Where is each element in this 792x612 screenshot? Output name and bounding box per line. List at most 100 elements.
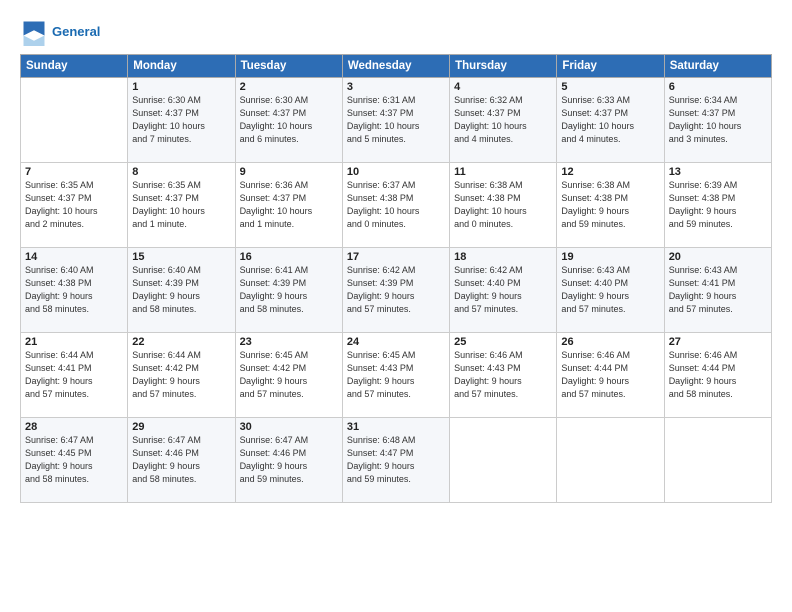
day-number: 10: [347, 166, 445, 178]
week-row-1: 1 Sunrise: 6:30 AMSunset: 4:37 PMDaylight…: [21, 78, 772, 163]
day-number: 23: [240, 336, 338, 348]
day-cell: 23Sunrise: 6:45 AMSunset: 4:42 PMDayligh…: [235, 333, 342, 418]
day-number: 8: [132, 166, 230, 178]
day-number: 20: [669, 251, 767, 263]
day-cell: 22Sunrise: 6:44 AMSunset: 4:42 PMDayligh…: [128, 333, 235, 418]
day-cell: 25Sunrise: 6:46 AMSunset: 4:43 PMDayligh…: [450, 333, 557, 418]
day-info: Sunrise: 6:38 AMSunset: 4:38 PMDaylight:…: [454, 179, 552, 231]
col-header-wednesday: Wednesday: [342, 55, 449, 78]
day-info: Sunrise: 6:42 AMSunset: 4:40 PMDaylight:…: [454, 264, 552, 316]
col-header-sunday: Sunday: [21, 55, 128, 78]
day-info: Sunrise: 6:43 AMSunset: 4:41 PMDaylight:…: [669, 264, 767, 316]
day-info: Sunrise: 6:46 AMSunset: 4:44 PMDaylight:…: [669, 349, 767, 401]
day-info: Sunrise: 6:35 AMSunset: 4:37 PMDaylight:…: [25, 179, 123, 231]
day-number: 4: [454, 81, 552, 93]
week-row-3: 14Sunrise: 6:40 AMSunset: 4:38 PMDayligh…: [21, 248, 772, 333]
day-number: 27: [669, 336, 767, 348]
day-info: Sunrise: 6:31 AMSunset: 4:37 PMDaylight:…: [347, 94, 445, 146]
day-cell: 28Sunrise: 6:47 AMSunset: 4:45 PMDayligh…: [21, 418, 128, 503]
day-cell: 4Sunrise: 6:32 AMSunset: 4:37 PMDaylight…: [450, 78, 557, 163]
day-info: Sunrise: 6:41 AMSunset: 4:39 PMDaylight:…: [240, 264, 338, 316]
day-number: 15: [132, 251, 230, 263]
day-cell: 16Sunrise: 6:41 AMSunset: 4:39 PMDayligh…: [235, 248, 342, 333]
day-cell: 30Sunrise: 6:47 AMSunset: 4:46 PMDayligh…: [235, 418, 342, 503]
day-number: 17: [347, 251, 445, 263]
day-number: 3: [347, 81, 445, 93]
day-cell: 13Sunrise: 6:39 AMSunset: 4:38 PMDayligh…: [664, 163, 771, 248]
day-cell: 11Sunrise: 6:38 AMSunset: 4:38 PMDayligh…: [450, 163, 557, 248]
day-info: Sunrise: 6:36 AMSunset: 4:37 PMDaylight:…: [240, 179, 338, 231]
header-row: SundayMondayTuesdayWednesdayThursdayFrid…: [21, 55, 772, 78]
col-header-thursday: Thursday: [450, 55, 557, 78]
day-info: Sunrise: 6:47 AMSunset: 4:45 PMDaylight:…: [25, 434, 123, 486]
col-header-tuesday: Tuesday: [235, 55, 342, 78]
day-number: 7: [25, 166, 123, 178]
day-cell: 20Sunrise: 6:43 AMSunset: 4:41 PMDayligh…: [664, 248, 771, 333]
col-header-monday: Monday: [128, 55, 235, 78]
day-info: Sunrise: 6:46 AMSunset: 4:43 PMDaylight:…: [454, 349, 552, 401]
day-info: Sunrise: 6:45 AMSunset: 4:43 PMDaylight:…: [347, 349, 445, 401]
logo-icon: [20, 18, 48, 46]
day-info: Sunrise: 6:48 AMSunset: 4:47 PMDaylight:…: [347, 434, 445, 486]
day-cell: 15Sunrise: 6:40 AMSunset: 4:39 PMDayligh…: [128, 248, 235, 333]
day-cell: 7Sunrise: 6:35 AMSunset: 4:37 PMDaylight…: [21, 163, 128, 248]
logo-line1: General: [52, 24, 100, 40]
day-info: Sunrise: 6:45 AMSunset: 4:42 PMDaylight:…: [240, 349, 338, 401]
logo-text: General: [52, 24, 100, 40]
day-number: 18: [454, 251, 552, 263]
day-number: 30: [240, 421, 338, 433]
week-row-2: 7Sunrise: 6:35 AMSunset: 4:37 PMDaylight…: [21, 163, 772, 248]
day-info: Sunrise: 6:37 AMSunset: 4:38 PMDaylight:…: [347, 179, 445, 231]
week-row-5: 28Sunrise: 6:47 AMSunset: 4:45 PMDayligh…: [21, 418, 772, 503]
day-number: 22: [132, 336, 230, 348]
day-cell: 17Sunrise: 6:42 AMSunset: 4:39 PMDayligh…: [342, 248, 449, 333]
day-cell: 18Sunrise: 6:42 AMSunset: 4:40 PMDayligh…: [450, 248, 557, 333]
page: General SundayMondayTuesdayWednesdayThur…: [0, 0, 792, 612]
day-cell: 31Sunrise: 6:48 AMSunset: 4:47 PMDayligh…: [342, 418, 449, 503]
day-number: 29: [132, 421, 230, 433]
week-row-4: 21Sunrise: 6:44 AMSunset: 4:41 PMDayligh…: [21, 333, 772, 418]
day-cell: 6Sunrise: 6:34 AMSunset: 4:37 PMDaylight…: [664, 78, 771, 163]
day-cell: 8Sunrise: 6:35 AMSunset: 4:37 PMDaylight…: [128, 163, 235, 248]
day-info: Sunrise: 6:42 AMSunset: 4:39 PMDaylight:…: [347, 264, 445, 316]
day-cell: [557, 418, 664, 503]
day-cell: 3Sunrise: 6:31 AMSunset: 4:37 PMDaylight…: [342, 78, 449, 163]
day-cell: [21, 78, 128, 163]
day-cell: 9Sunrise: 6:36 AMSunset: 4:37 PMDaylight…: [235, 163, 342, 248]
day-cell: 2Sunrise: 6:30 AMSunset: 4:37 PMDaylight…: [235, 78, 342, 163]
day-info: Sunrise: 6:40 AMSunset: 4:38 PMDaylight:…: [25, 264, 123, 316]
day-info: Sunrise: 6:44 AMSunset: 4:41 PMDaylight:…: [25, 349, 123, 401]
day-cell: 26Sunrise: 6:46 AMSunset: 4:44 PMDayligh…: [557, 333, 664, 418]
day-number: 12: [561, 166, 659, 178]
day-cell: 21Sunrise: 6:44 AMSunset: 4:41 PMDayligh…: [21, 333, 128, 418]
day-info: Sunrise: 6:39 AMSunset: 4:38 PMDaylight:…: [669, 179, 767, 231]
day-number: 13: [669, 166, 767, 178]
day-number: 26: [561, 336, 659, 348]
day-info: Sunrise: 6:46 AMSunset: 4:44 PMDaylight:…: [561, 349, 659, 401]
day-number: 19: [561, 251, 659, 263]
day-info: Sunrise: 6:43 AMSunset: 4:40 PMDaylight:…: [561, 264, 659, 316]
day-number: 2: [240, 81, 338, 93]
day-cell: 19Sunrise: 6:43 AMSunset: 4:40 PMDayligh…: [557, 248, 664, 333]
day-cell: [664, 418, 771, 503]
day-info: Sunrise: 6:47 AMSunset: 4:46 PMDaylight:…: [240, 434, 338, 486]
calendar-table: SundayMondayTuesdayWednesdayThursdayFrid…: [20, 54, 772, 503]
logo: General: [20, 18, 100, 46]
day-info: Sunrise: 6:47 AMSunset: 4:46 PMDaylight:…: [132, 434, 230, 486]
day-number: 11: [454, 166, 552, 178]
day-cell: 10Sunrise: 6:37 AMSunset: 4:38 PMDayligh…: [342, 163, 449, 248]
day-cell: 12Sunrise: 6:38 AMSunset: 4:38 PMDayligh…: [557, 163, 664, 248]
day-cell: 5Sunrise: 6:33 AMSunset: 4:37 PMDaylight…: [557, 78, 664, 163]
day-cell: [450, 418, 557, 503]
day-info: Sunrise: 6:35 AMSunset: 4:37 PMDaylight:…: [132, 179, 230, 231]
day-number: 14: [25, 251, 123, 263]
day-number: 9: [240, 166, 338, 178]
header: General: [20, 18, 772, 46]
col-header-friday: Friday: [557, 55, 664, 78]
day-cell: 29Sunrise: 6:47 AMSunset: 4:46 PMDayligh…: [128, 418, 235, 503]
day-info: Sunrise: 6:40 AMSunset: 4:39 PMDaylight:…: [132, 264, 230, 316]
day-number: 25: [454, 336, 552, 348]
day-info: Sunrise: 6:30 AMSunset: 4:37 PMDaylight:…: [240, 94, 338, 146]
day-info: Sunrise: 6:34 AMSunset: 4:37 PMDaylight:…: [669, 94, 767, 146]
day-number: 1: [132, 81, 230, 93]
